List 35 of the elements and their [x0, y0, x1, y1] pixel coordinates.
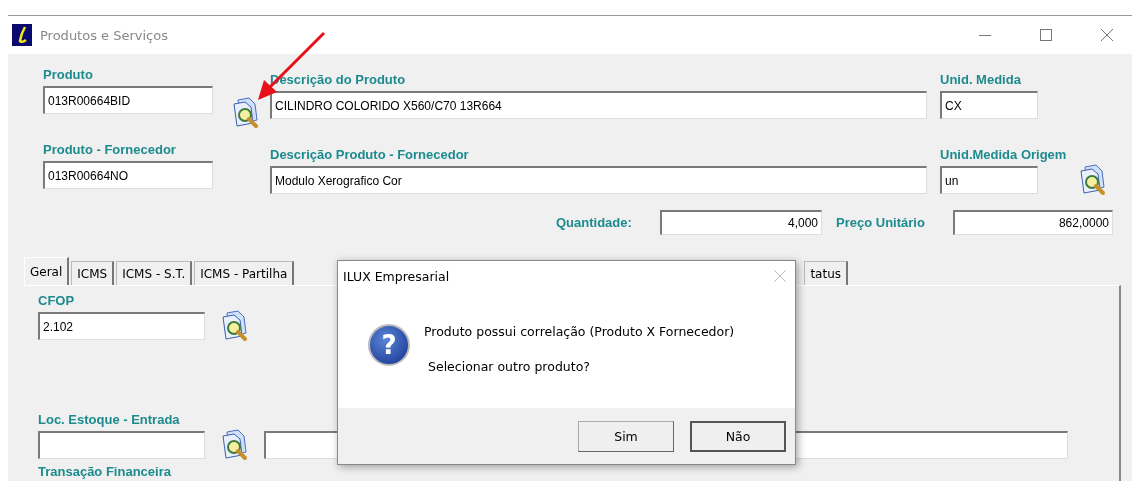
tab[interactable]: Geral: [24, 257, 70, 285]
cfop-field[interactable]: 2.102: [38, 312, 205, 340]
dialog-title: ILUX Empresarial: [343, 268, 450, 284]
field-label: Produto - Fornecedor: [43, 141, 177, 158]
description-field[interactable]: CILINDRO COLORIDO X560/C70 13R664: [270, 91, 927, 119]
window-title: Produtos e Serviços: [40, 27, 168, 43]
maximize-icon[interactable]: [1039, 28, 1053, 42]
unit-field[interactable]: CX: [940, 91, 1038, 119]
unit-price-field[interactable]: 862,0000: [953, 210, 1113, 235]
origin-unit-field[interactable]: un: [940, 166, 1038, 194]
tab[interactable]: ICMS: [71, 261, 115, 285]
quantity-field[interactable]: 4,000: [660, 210, 822, 235]
dialog-button[interactable]: Não: [690, 420, 786, 452]
field-label: Unid. Medida: [940, 71, 1022, 88]
stock-location-field[interactable]: [38, 431, 205, 459]
supplier-product-field[interactable]: 013R00664NO: [43, 161, 213, 189]
app-logo-icon: [12, 24, 32, 46]
close-icon[interactable]: [1100, 28, 1114, 42]
question-icon: ?: [368, 324, 410, 366]
product-field[interactable]: 013R00664BID: [43, 86, 213, 114]
dialog-message: Selecionar outro produto?: [427, 359, 591, 375]
tab[interactable]: tatus: [804, 261, 848, 285]
dialog-button[interactable]: Sim: [578, 420, 674, 452]
field-label: Quantidade:: [556, 214, 633, 231]
field-label: Descrição Produto - Fornecedor: [270, 146, 470, 163]
field-label: Produto: [43, 66, 94, 83]
field-label: CFOP: [38, 292, 76, 309]
tab[interactable]: ICMS - S.T.: [116, 261, 193, 285]
tab[interactable]: ICMS - Partilha: [194, 261, 295, 285]
supplier-description-field[interactable]: Modulo Xerografico Cor: [270, 166, 927, 194]
field-label: Preço Unitário: [836, 214, 926, 231]
field-label: Unid.Medida Origem: [940, 146, 1067, 163]
field-label: Transação Financeira: [38, 463, 172, 480]
dialog-message: Produto possui correlação (Produto X Fornecedor): [424, 324, 735, 340]
field-label: Loc. Estoque - Entrada: [38, 411, 181, 428]
